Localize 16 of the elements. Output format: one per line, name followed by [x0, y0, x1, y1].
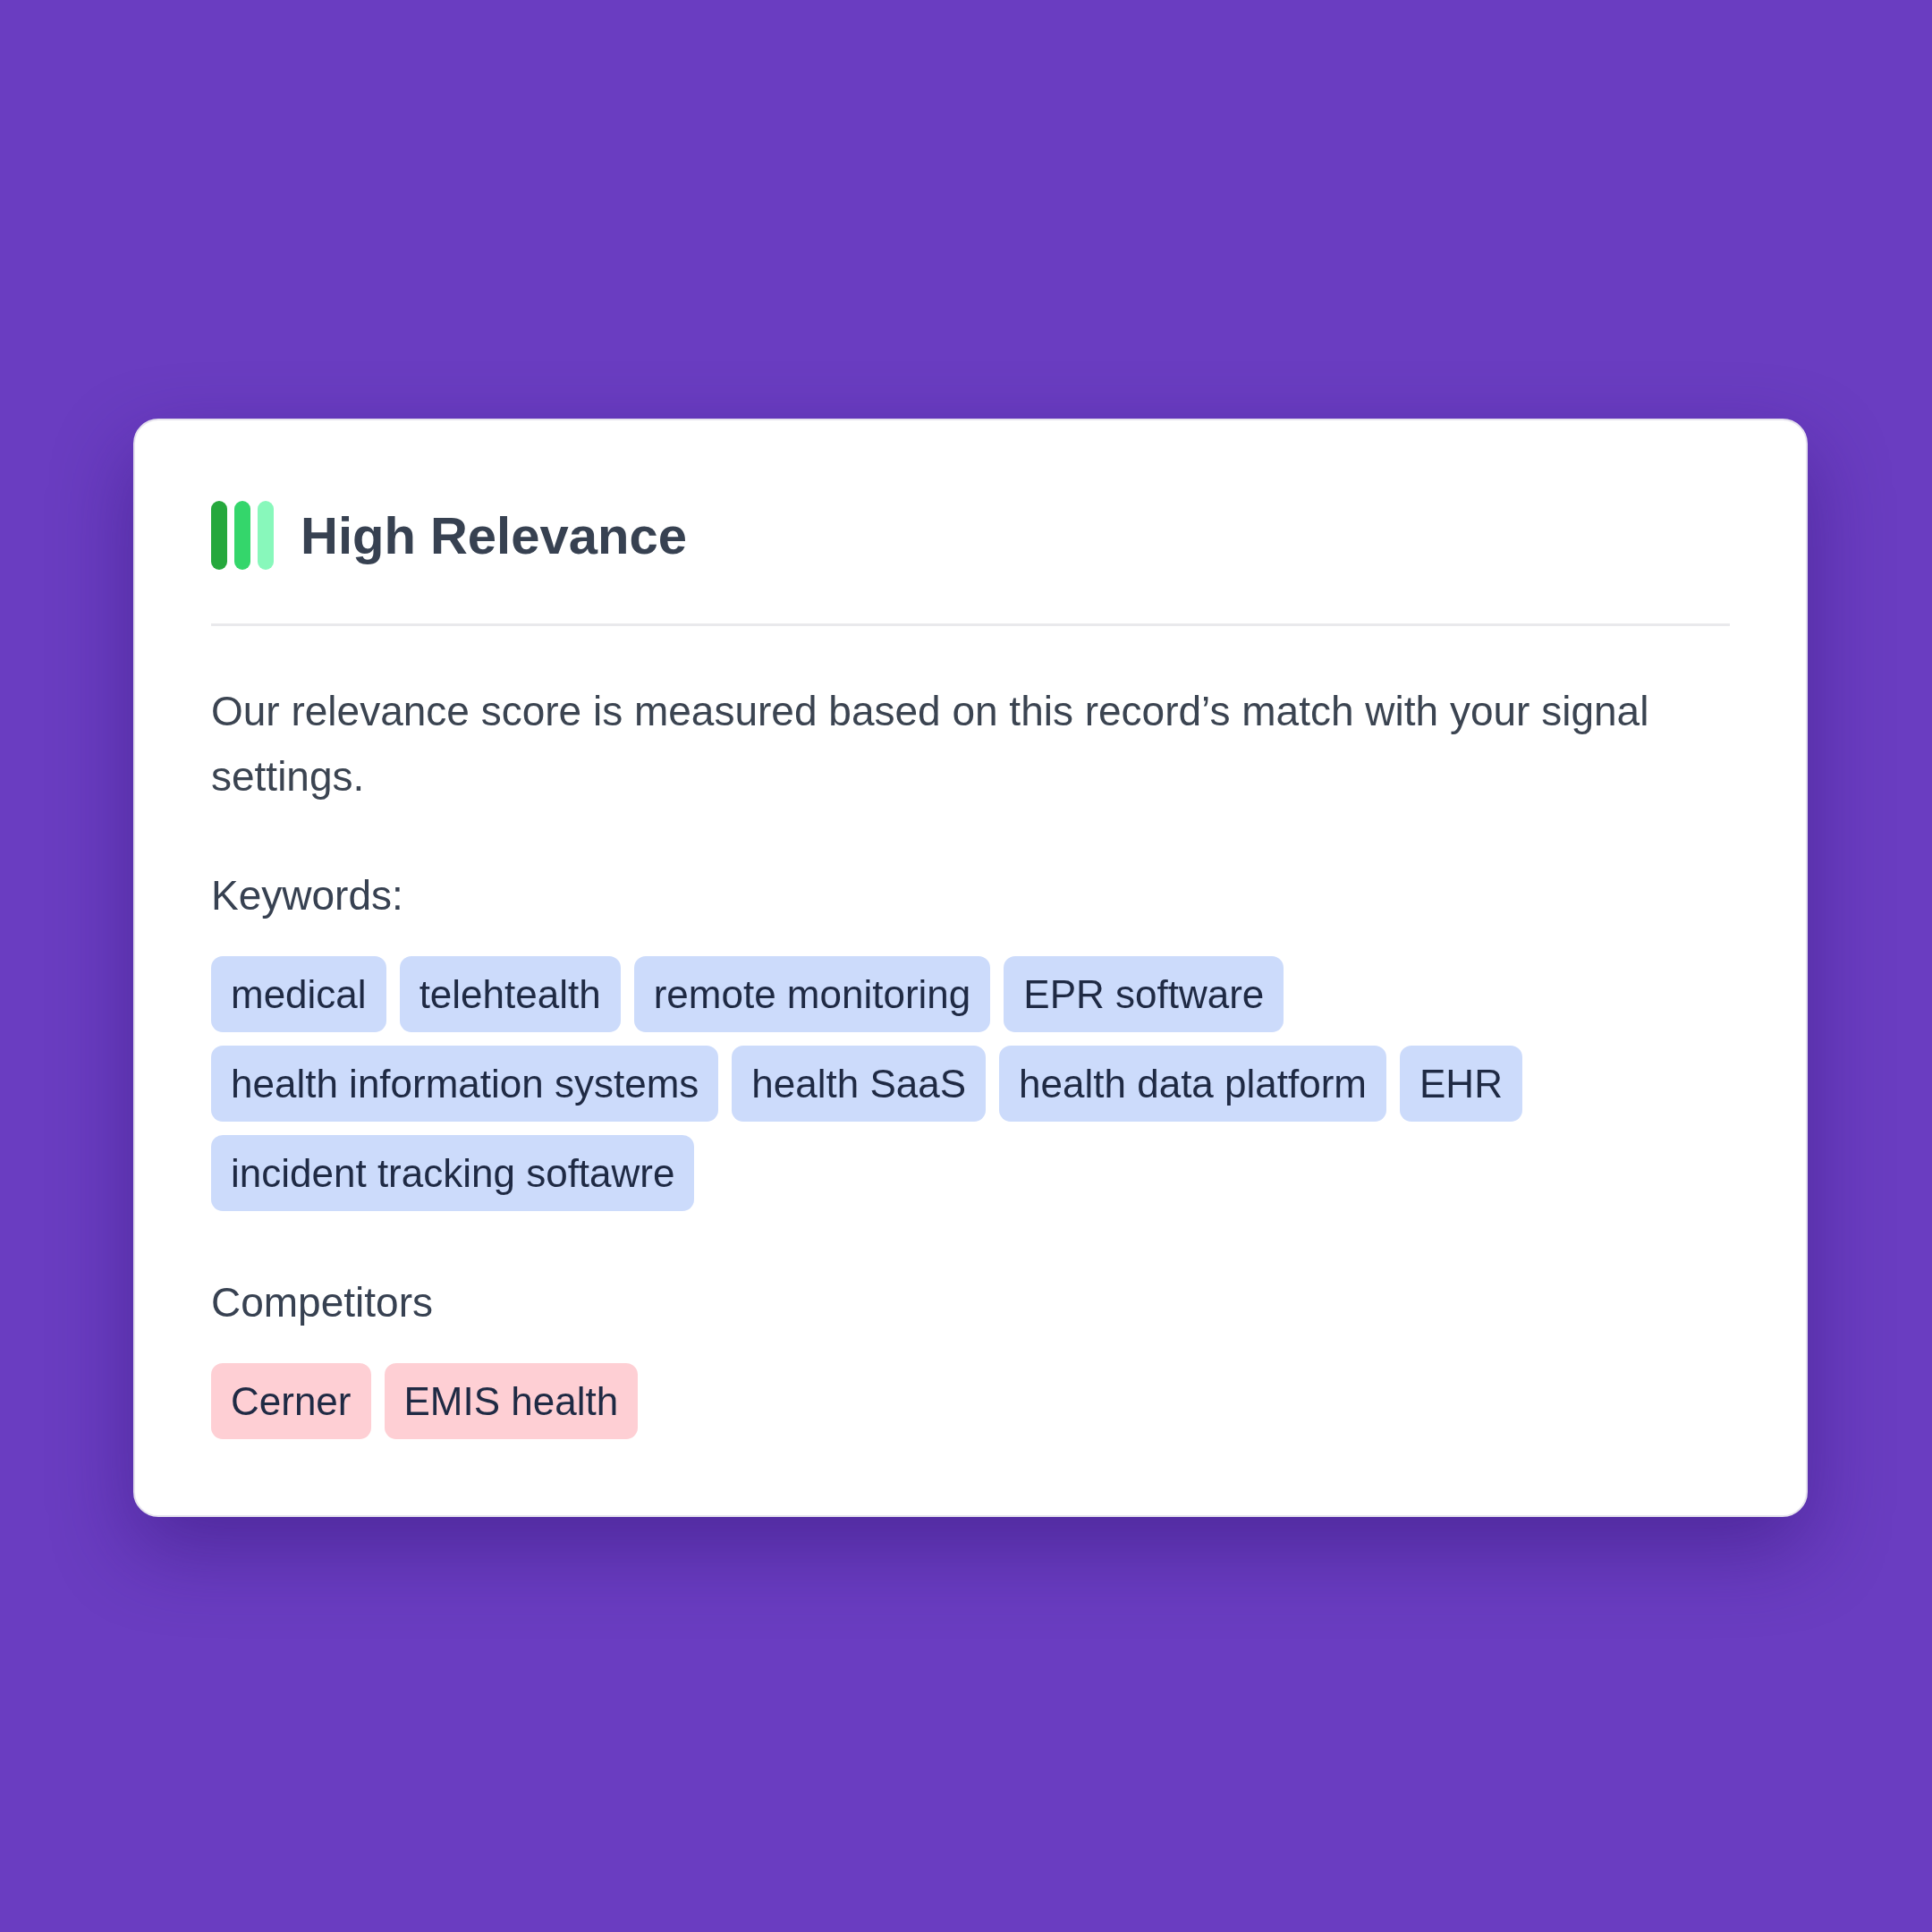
keyword-tag: telehtealth — [399, 956, 621, 1032]
keyword-tag: health SaaS — [732, 1046, 987, 1122]
keyword-tag: EHR — [1400, 1046, 1522, 1122]
keyword-tag: remote monitoring — [633, 956, 991, 1032]
keyword-tag: EPR software — [1004, 956, 1284, 1032]
competitor-tag: Cerner — [211, 1363, 371, 1439]
bars-icon — [211, 501, 274, 570]
keyword-tag: health information systems — [211, 1046, 719, 1122]
keyword-tag: medical — [211, 956, 386, 1032]
card-title: High Relevance — [301, 505, 687, 566]
description-text: Our relevance score is measured based on this record’s match with your signal settings. — [211, 687, 1650, 801]
keyword-tag: incident tracking softawre — [211, 1135, 695, 1211]
competitor-tag: EMIS health — [384, 1363, 639, 1439]
keyword-tag: health data platform — [999, 1046, 1386, 1122]
section-heading: Keywords: — [211, 871, 403, 920]
section-heading: Competitors — [211, 1278, 433, 1327]
